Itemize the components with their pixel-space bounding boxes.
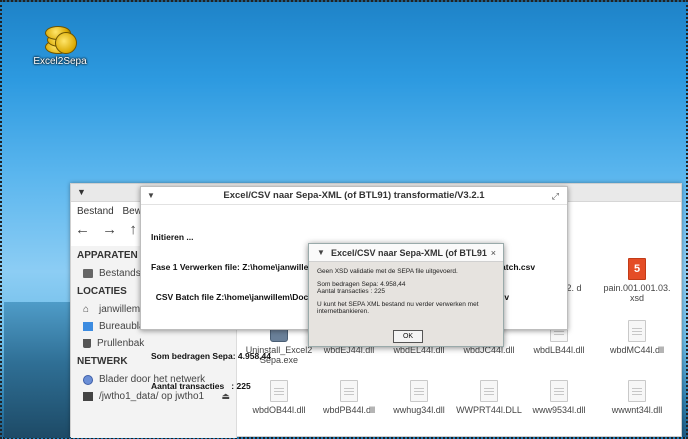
menu-bestand[interactable]: Bestand bbox=[77, 206, 114, 217]
message-line: Aantal transacties : 225 bbox=[317, 288, 385, 295]
window-menu-icon[interactable]: ▼ bbox=[77, 187, 86, 197]
home-icon: ⌂ bbox=[83, 304, 90, 315]
file-name: pain.001.001.03. xsd bbox=[603, 283, 671, 303]
file-name: wwwnt34l.dll bbox=[611, 405, 663, 415]
result-message-body: Geen XSD validatie met de SEPA file uitg… bbox=[309, 262, 503, 327]
desktop-icon-label: Excel2Sepa bbox=[33, 56, 87, 67]
log-line: Initieren ... bbox=[151, 232, 194, 242]
message-line: U kunt het SEPA XML bestand nu verder ve… bbox=[317, 300, 479, 316]
up-arrow-icon[interactable]: ↑ bbox=[129, 221, 137, 238]
trash-icon bbox=[83, 339, 91, 348]
back-arrow-icon[interactable]: ← bbox=[75, 221, 90, 238]
file-icon bbox=[628, 380, 646, 402]
result-dialog-titlebar: ▼ Excel/CSV naar Sepa-XML (of BTL91 × bbox=[309, 244, 503, 262]
log-line: Som bedragen Sepa: 4.958,44 bbox=[151, 351, 271, 361]
transform-dialog-titlebar: ▼ Excel/CSV naar Sepa-XML (of BTL91) tra… bbox=[141, 187, 567, 205]
share-icon bbox=[83, 392, 93, 401]
message-line: Som bedragen Sepa: 4.958,44 bbox=[317, 280, 406, 288]
result-message-dialog: ▼ Excel/CSV naar Sepa-XML (of BTL91 × Ge… bbox=[308, 243, 504, 347]
dialog-title: Excel/CSV naar Sepa-XML (of BTL91 bbox=[331, 248, 487, 258]
desktop-folder-icon bbox=[83, 322, 93, 331]
log-line: Aantal transacties : 225 bbox=[151, 381, 251, 391]
html5-file-icon bbox=[628, 258, 646, 280]
file-item[interactable]: wbdMC44l.dll bbox=[598, 320, 676, 355]
excel2sepa-desktop-icon[interactable]: Excel2Sepa bbox=[30, 20, 90, 67]
sidebar-item-label: janwillem bbox=[99, 304, 141, 315]
file-item[interactable]: pain.001.001.03. xsd bbox=[598, 258, 676, 303]
sidebar-item-label: Bestandss bbox=[99, 268, 146, 279]
file-name: wbdMC44l.dll bbox=[609, 345, 665, 355]
dialog-title: Excel/CSV naar Sepa-XML (of BTL91) trans… bbox=[223, 190, 485, 201]
drive-icon bbox=[83, 269, 93, 278]
file-icon bbox=[628, 320, 646, 342]
maximize-icon[interactable]: ⤢ bbox=[552, 187, 559, 205]
navigation-buttons: ← → ↑ bbox=[75, 221, 145, 238]
file-item[interactable]: wwwnt34l.dll bbox=[598, 380, 676, 415]
coins-icon bbox=[41, 20, 79, 54]
ok-button[interactable]: OK bbox=[393, 330, 423, 343]
close-icon[interactable]: × bbox=[491, 244, 496, 262]
message-line: Geen XSD validatie met de SEPA file uitg… bbox=[317, 268, 458, 275]
network-icon bbox=[83, 374, 93, 385]
window-menu-icon[interactable]: ▼ bbox=[147, 187, 155, 205]
forward-arrow-icon[interactable]: → bbox=[102, 221, 117, 238]
sidebar-item-label: Prullenbak bbox=[97, 338, 145, 349]
window-menu-icon[interactable]: ▼ bbox=[317, 244, 325, 262]
